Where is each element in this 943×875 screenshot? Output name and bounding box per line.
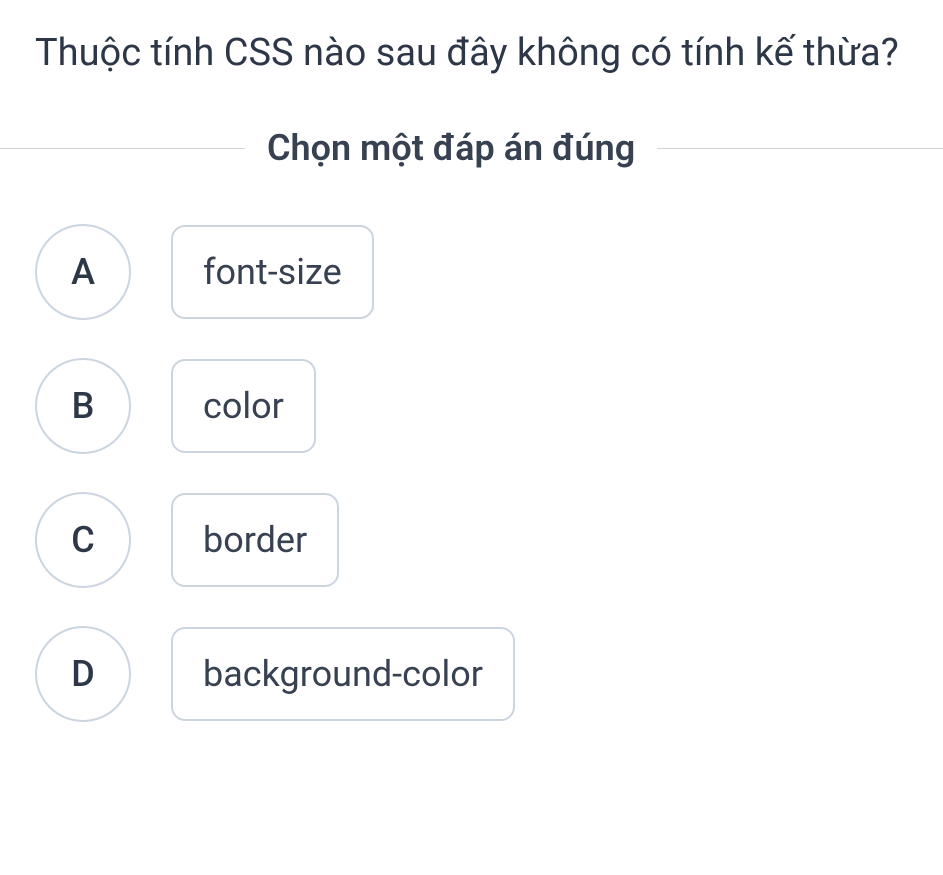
option-d[interactable]: D background-color bbox=[35, 626, 943, 722]
question-text: Thuộc tính CSS nào sau đây không có tính… bbox=[0, 0, 943, 127]
option-text-a: font-size bbox=[171, 225, 374, 319]
divider-line-right bbox=[657, 148, 943, 149]
instruction-divider: Chọn một đáp án đúng bbox=[0, 127, 943, 169]
option-text-d: background-color bbox=[171, 627, 515, 721]
option-letter-d: D bbox=[35, 626, 131, 722]
option-text-c: border bbox=[171, 493, 339, 587]
divider-line-left bbox=[0, 148, 245, 149]
option-letter-b: B bbox=[35, 358, 131, 454]
option-letter-a: A bbox=[35, 224, 131, 320]
option-c[interactable]: C border bbox=[35, 492, 943, 588]
options-list: A font-size B color C border D backgroun… bbox=[0, 224, 943, 722]
instruction-label: Chọn một đáp án đúng bbox=[245, 127, 657, 169]
option-b[interactable]: B color bbox=[35, 358, 943, 454]
option-a[interactable]: A font-size bbox=[35, 224, 943, 320]
option-letter-c: C bbox=[35, 492, 131, 588]
option-text-b: color bbox=[171, 359, 316, 453]
